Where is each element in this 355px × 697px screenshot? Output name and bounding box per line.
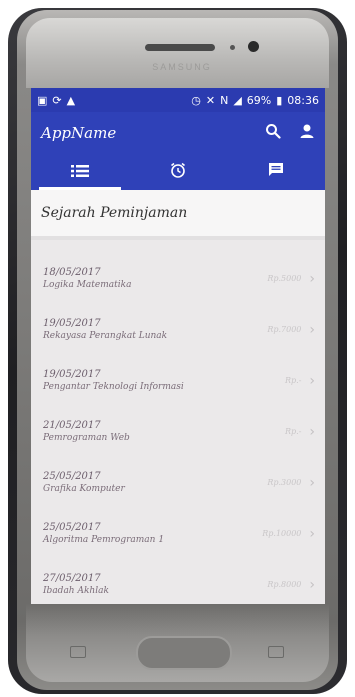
chat-icon [268, 162, 284, 182]
item-date: 21/05/2017 [43, 419, 101, 431]
app-bar: AppName [31, 112, 325, 154]
home-button[interactable] [136, 636, 232, 670]
chevron-right-icon: › [309, 576, 315, 593]
item-date: 19/05/2017 [43, 317, 101, 329]
item-date: 27/05/2017 [43, 572, 101, 584]
chevron-right-icon: › [309, 525, 315, 542]
item-date: 25/05/2017 [43, 521, 101, 533]
history-list: 18/05/2017 Logika Matematika Rp.5000 › 1… [31, 240, 325, 604]
warning-icon: ▲ [66, 93, 76, 107]
history-item[interactable]: 19/05/2017 Pengantar Teknologi Informasi… [31, 356, 325, 407]
history-item[interactable]: 19/05/2017 Rekayasa Perangkat Lunak Rp.7… [31, 305, 325, 356]
chevron-right-icon: › [309, 474, 315, 491]
search-icon[interactable] [265, 123, 281, 143]
account-icon[interactable] [299, 123, 315, 143]
recent-apps-key[interactable] [70, 646, 86, 658]
chevron-right-icon: › [309, 321, 315, 338]
earpiece-speaker [145, 44, 215, 51]
item-price: Rp.- [285, 427, 302, 436]
item-course: Pemrograman Web [43, 432, 130, 443]
item-price: Rp.8000 [267, 580, 302, 589]
tab-chat[interactable] [227, 154, 325, 190]
item-price: Rp.5000 [267, 274, 302, 283]
item-course: Pengantar Teknologi Informasi [43, 381, 184, 392]
tab-bar [31, 154, 325, 190]
alarm-icon [170, 162, 186, 182]
silent-icon: ✕ [205, 93, 216, 107]
history-item[interactable]: 18/05/2017 Logika Matematika Rp.5000 › [31, 254, 325, 305]
sync-icon: ⟳ [52, 93, 62, 107]
item-date: 18/05/2017 [43, 266, 101, 278]
item-course: Logika Matematika [43, 279, 132, 290]
notification-icon: ▣ [37, 93, 48, 107]
item-course: Rekayasa Perangkat Lunak [43, 330, 168, 341]
battery-icon: ▮ [276, 93, 283, 107]
item-price: Rp.- [285, 376, 302, 385]
item-course: Algoritma Pemrograman 1 [43, 534, 165, 545]
section-title: Sejarah Peminjaman [41, 205, 188, 221]
status-bar: ▣ ⟳ ▲ ◷ ✕ N ◢ 69% ▮ 08:36 [31, 88, 325, 112]
item-price: Rp.3000 [267, 478, 302, 487]
list-icon [71, 163, 89, 182]
tab-alarm[interactable] [129, 154, 227, 190]
item-course: Grafika Komputer [43, 483, 125, 494]
tab-history[interactable] [31, 154, 129, 190]
signal-icon: ◢ [233, 93, 242, 107]
item-price: Rp.7000 [267, 325, 302, 334]
clock: 08:36 [287, 93, 319, 107]
item-price: Rp.10000 [262, 529, 302, 538]
history-item[interactable]: 25/05/2017 Grafika Komputer Rp.3000 › [31, 458, 325, 509]
app-title: AppName [41, 124, 117, 142]
item-course: Ibadah Akhlak [43, 585, 109, 596]
section-header: Sejarah Peminjaman [31, 190, 325, 240]
back-key[interactable] [268, 646, 284, 658]
top-bezel [26, 18, 329, 88]
nfc-icon: N [220, 93, 229, 107]
device-brand: SAMSUNG [152, 62, 212, 72]
history-item[interactable]: 25/05/2017 Algoritma Pemrograman 1 Rp.10… [31, 509, 325, 560]
item-date: 19/05/2017 [43, 368, 101, 380]
front-camera [248, 41, 259, 52]
history-item[interactable]: 21/05/2017 Pemrograman Web Rp.- › [31, 407, 325, 458]
proximity-sensor [230, 45, 235, 50]
chevron-right-icon: › [309, 423, 315, 440]
history-item[interactable]: 27/05/2017 Ibadah Akhlak Rp.8000 › [31, 560, 325, 604]
chevron-right-icon: › [309, 372, 315, 389]
chevron-right-icon: › [309, 270, 315, 287]
item-date: 25/05/2017 [43, 470, 101, 482]
battery-percent: 69% [246, 93, 272, 107]
phone-screen: ▣ ⟳ ▲ ◷ ✕ N ◢ 69% ▮ 08:36 AppName Sejara… [31, 88, 325, 604]
alarm-status-icon: ◷ [191, 93, 201, 107]
